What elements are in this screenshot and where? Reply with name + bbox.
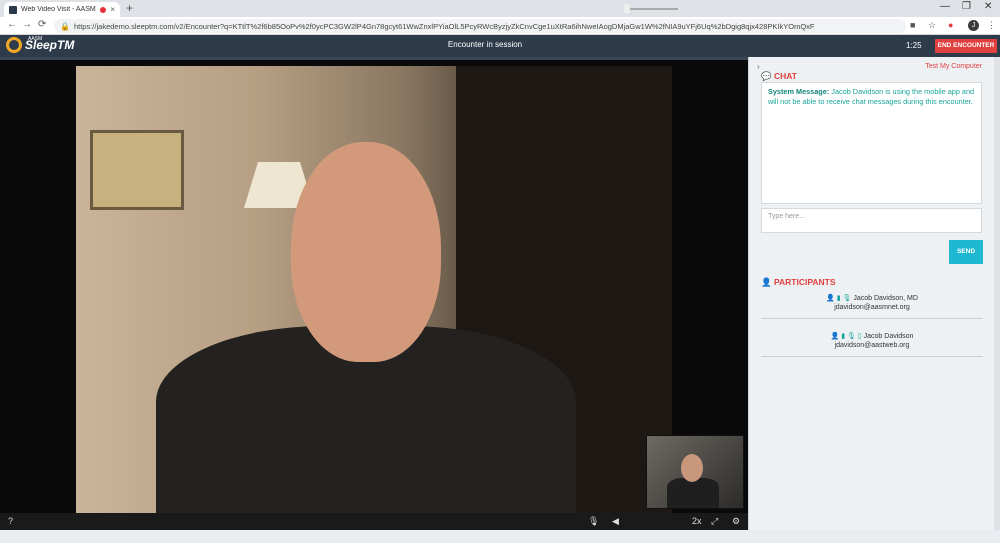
self-face-image — [681, 454, 703, 482]
volume-icon[interactable]: ◀ — [612, 516, 619, 527]
tab-close-icon[interactable]: × — [110, 5, 115, 14]
chat-messages: System Message: Jacob Davidson is using … — [761, 82, 982, 204]
camera-icon[interactable]: ■ — [910, 20, 915, 30]
send-button[interactable]: SEND — [949, 240, 983, 264]
settings-icon[interactable]: ⚙ — [732, 516, 740, 527]
participants-heading: 👤 PARTICIPANTS — [761, 277, 836, 288]
extension-icon[interactable]: ● — [948, 20, 953, 30]
zoom-toggle[interactable]: 2x — [692, 516, 702, 526]
new-tab-button[interactable]: + — [126, 1, 133, 15]
encounter-status: Encounter in session — [447, 40, 523, 49]
close-window-button[interactable]: ✕ — [984, 1, 992, 12]
person-icon: 👤 — [761, 277, 772, 287]
tab-title: Web Video Visit - AASM Sle — [21, 6, 96, 13]
person-face-image — [291, 142, 441, 362]
browser-tab-bar: Web Video Visit - AASM Sle × + — ❐ ✕ — [0, 0, 1000, 17]
remote-video — [76, 66, 672, 513]
participant-item: 👤 ▮ 🎙 ▯ Jacob Davidson jdavidson@aastweb… — [761, 332, 983, 357]
chat-input[interactable]: Type here... — [761, 208, 982, 233]
star-icon[interactable]: ☆ — [928, 20, 936, 31]
bottom-bar — [0, 530, 1000, 543]
participant-name: Jacob Davidson — [863, 333, 914, 340]
participant-email: jdavidson@aastweb.org — [834, 342, 910, 349]
reload-button[interactable]: ⟳ — [38, 19, 46, 30]
app-header: AASM SleepTM Encounter in session 1:25 E… — [0, 35, 1000, 57]
profile-avatar[interactable]: J — [968, 20, 979, 31]
participant-status-icons: 👤 ▮ 🎙 — [826, 295, 852, 302]
browser-tab[interactable]: Web Video Visit - AASM Sle × — [4, 2, 120, 17]
side-panel: › Test My Computer 💬 CHAT System Message… — [748, 57, 1000, 530]
participant-name: Jacob Davidson, MD — [853, 295, 918, 302]
participants-title: PARTICIPANTS — [773, 277, 836, 287]
chat-bubble-icon: 💬 — [761, 71, 772, 81]
chat-title: CHAT — [773, 71, 797, 81]
minimize-button[interactable]: — — [940, 1, 950, 12]
volume-slider-handle[interactable] — [624, 4, 630, 13]
wall-map-image — [90, 130, 184, 210]
fullscreen-icon[interactable]: ⤢ — [711, 516, 718, 527]
recording-icon — [100, 6, 107, 13]
menu-icon[interactable]: ⋮ — [987, 20, 996, 31]
end-encounter-button[interactable]: END ENCOUNTER — [935, 39, 997, 53]
maximize-button[interactable]: ❐ — [962, 1, 971, 12]
system-message: System Message: Jacob Davidson is using … — [768, 87, 975, 106]
url-text: https://jakedemo.sleeptm.com/v2/Encounte… — [73, 21, 815, 31]
self-view-video[interactable] — [646, 435, 744, 509]
participant-item: 👤 ▮ 🎙 Jacob Davidson, MD jdavidson@aasmn… — [761, 294, 983, 319]
collapse-panel-icon[interactable]: › — [757, 62, 760, 71]
address-bar-row: ← → ⟳ 🔒 https://jakedemo.sleeptm.com/v2/… — [0, 17, 1000, 35]
participant-status-icons: 👤 ▮ 🎙 ▯ — [830, 333, 862, 340]
help-icon[interactable]: ? — [8, 516, 13, 526]
lock-icon: 🔒 — [60, 21, 70, 31]
encounter-timer: 1:25 — [906, 41, 922, 50]
test-my-computer-link[interactable]: Test My Computer — [925, 63, 982, 70]
system-message-label: System Message — [768, 87, 827, 96]
panel-scrollbar[interactable] — [994, 57, 1000, 530]
self-body-image — [667, 478, 719, 508]
volume-slider-track[interactable] — [626, 8, 678, 10]
back-button[interactable]: ← — [7, 19, 17, 30]
mic-icon[interactable]: 🎙 — [588, 516, 599, 527]
url-field[interactable]: 🔒 https://jakedemo.sleeptm.com/v2/Encoun… — [54, 19, 906, 33]
participant-email: jdavidson@aasmnet.org — [834, 304, 910, 311]
favicon-icon — [9, 5, 17, 14]
video-controls: ? 🎙 ◀ 2x ⤢ ⚙ — [0, 513, 748, 530]
forward-button[interactable]: → — [22, 19, 32, 30]
chat-heading: 💬 CHAT — [761, 71, 797, 82]
